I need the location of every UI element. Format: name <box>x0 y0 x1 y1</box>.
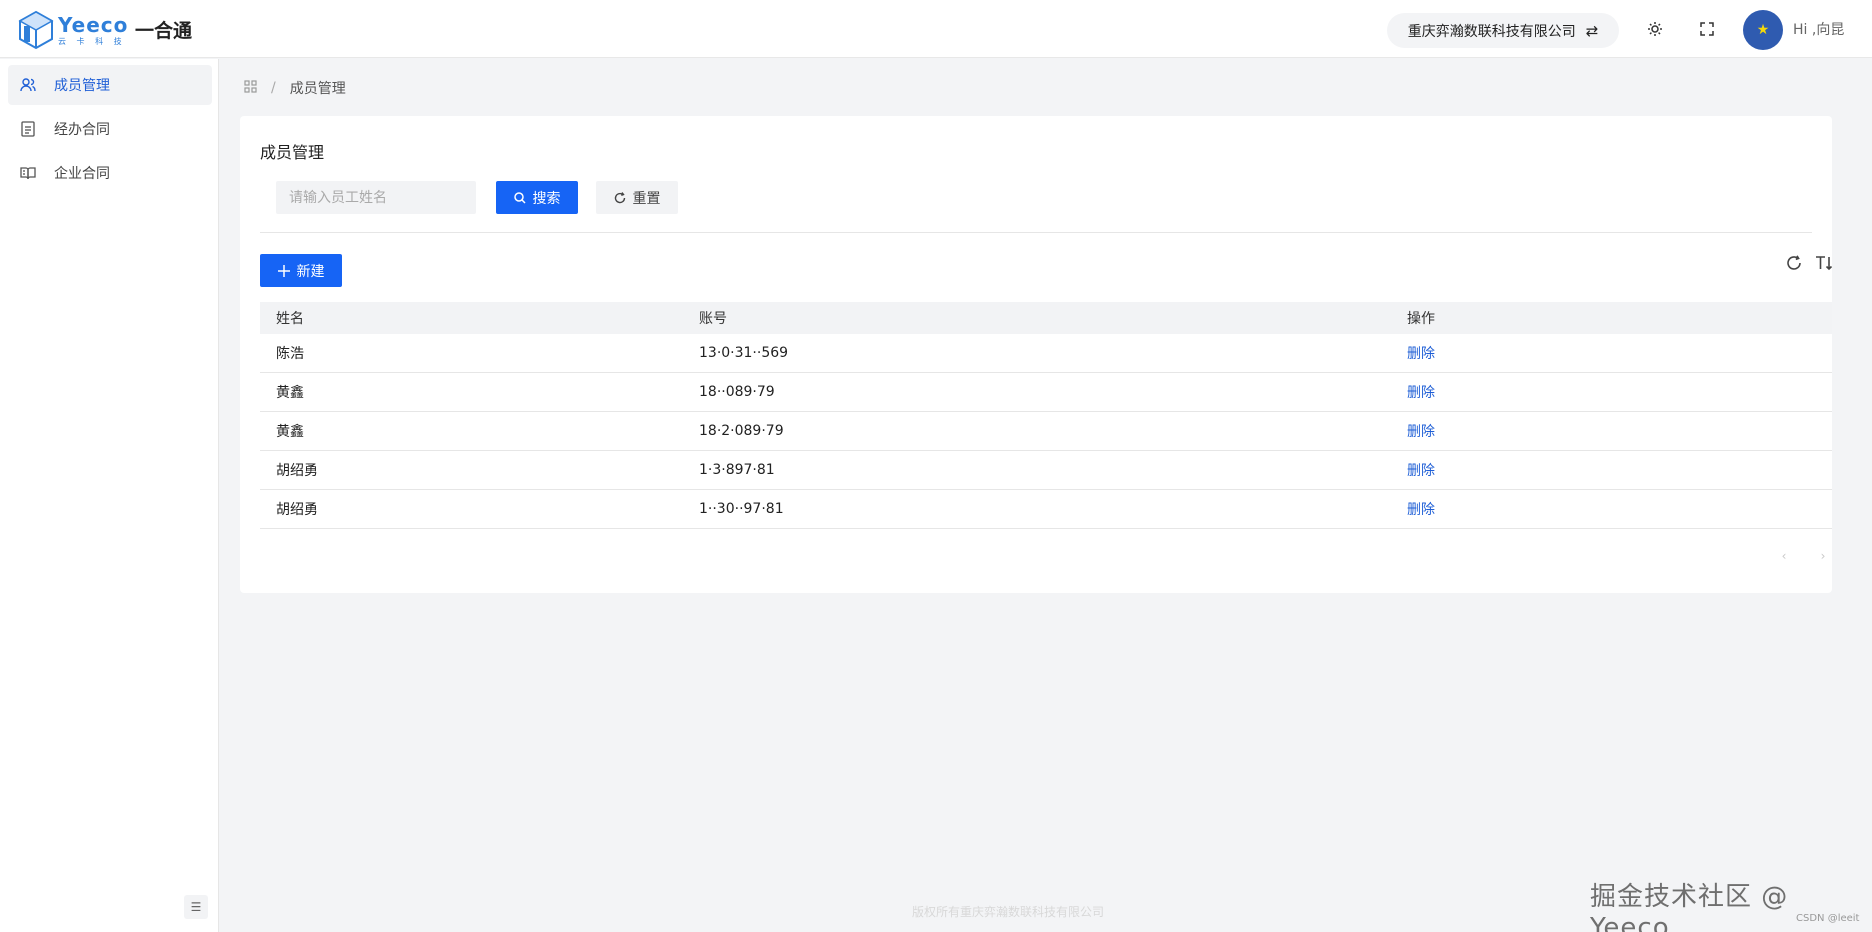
logo-wordmark: Yeeco <box>58 12 129 37</box>
delete-link[interactable]: 删除 <box>1407 451 1435 489</box>
sidebar-item-label: 成员管理 <box>54 78 110 94</box>
member-name: 胡绍勇 <box>276 463 318 479</box>
logo[interactable]: Yeeco 云 卡 科 技 <box>18 10 128 50</box>
member-name: 陈浩 <box>276 346 304 362</box>
grid-icon[interactable] <box>244 79 257 97</box>
table-row: 陈浩 13·0·31··569 删除 <box>260 334 1832 373</box>
book-icon <box>20 165 36 181</box>
fullscreen-icon[interactable] <box>1695 17 1719 41</box>
content-card: 成员管理 搜索 重置 新建 姓名 账号 操作 陈浩 13·0·31··5 <box>240 116 1834 593</box>
top-header: Yeeco 云 卡 科 技 一合通 重庆弈瀚数联科技有限公司 ⇄ ★ Hi ,向… <box>0 0 1872 58</box>
members-table: 姓名 账号 操作 陈浩 13·0·31··569 删除 黄鑫 18··089·7… <box>260 302 1832 529</box>
swap-icon: ⇄ <box>1585 21 1599 40</box>
member-name: 黄鑫 <box>276 385 304 401</box>
next-page-icon[interactable]: › <box>1815 548 1831 564</box>
refresh-table-icon[interactable] <box>1784 253 1804 273</box>
reset-button[interactable]: 重置 <box>596 181 678 214</box>
delete-link[interactable]: 删除 <box>1407 373 1435 411</box>
column-density-icon[interactable] <box>1814 253 1834 273</box>
page-title: 成员管理 <box>260 143 325 162</box>
logo-subtitle: 云 卡 科 技 <box>58 36 126 46</box>
company-name: 重庆弈瀚数联科技有限公司 <box>1407 23 1576 40</box>
sidebar-item-label: 企业合同 <box>54 166 110 182</box>
watermark-small: CSDN @leeit <box>1796 913 1860 924</box>
delete-link[interactable]: 删除 <box>1407 412 1435 450</box>
theme-toggle-icon[interactable] <box>1643 17 1667 41</box>
prev-page-icon[interactable]: ‹ <box>1776 548 1792 564</box>
member-name: 黄鑫 <box>276 424 304 440</box>
company-switcher[interactable]: 重庆弈瀚数联科技有限公司 ⇄ <box>1387 13 1619 48</box>
users-icon <box>20 77 36 93</box>
logo-cube-icon <box>18 10 54 50</box>
new-button-label: 新建 <box>296 263 325 280</box>
new-button[interactable]: 新建 <box>260 254 342 287</box>
sidebar-item-enterprise-contracts[interactable]: 企业合同 <box>8 153 212 193</box>
column-header-action: 操作 <box>1407 311 1435 327</box>
collapse-sidebar-icon[interactable]: ☰ <box>184 895 208 919</box>
sidebar-item-label: 经办合同 <box>54 122 110 138</box>
table-row: 胡绍勇 1··30··97·81 删除 <box>260 490 1832 529</box>
column-header-account: 账号 <box>699 311 727 327</box>
document-icon <box>20 121 36 137</box>
member-account: 1··30··97·81 <box>699 501 784 517</box>
breadcrumb: / 成员管理 <box>244 78 346 98</box>
breadcrumb-current: 成员管理 <box>289 81 346 97</box>
refresh-icon <box>614 191 626 204</box>
search-input[interactable] <box>276 181 476 214</box>
member-account: 1·3·897·81 <box>699 462 775 478</box>
plus-icon <box>277 264 290 277</box>
table-header: 姓名 账号 操作 <box>260 302 1832 334</box>
column-header-name: 姓名 <box>276 311 304 327</box>
divider <box>260 232 1812 233</box>
search-icon <box>513 191 526 204</box>
sidebar-item-handled-contracts[interactable]: 经办合同 <box>8 109 212 149</box>
member-account: 13·0·31··569 <box>699 345 789 361</box>
sidebar: 成员管理 经办合同 企业合同 ☰ <box>0 59 219 932</box>
reset-button-label: 重置 <box>632 190 661 207</box>
member-account: 18··089·79 <box>699 384 775 400</box>
delete-link[interactable]: 删除 <box>1407 490 1435 528</box>
delete-link[interactable]: 删除 <box>1407 334 1435 372</box>
search-button[interactable]: 搜索 <box>496 181 578 214</box>
footer-copyright: 版权所有重庆弈瀚数联科技有限公司 <box>912 905 1105 919</box>
member-name: 胡绍勇 <box>276 502 318 518</box>
table-row: 黄鑫 18··089·79 删除 <box>260 373 1832 412</box>
member-account: 18·2·089·79 <box>699 423 784 439</box>
breadcrumb-separator: / <box>271 80 276 96</box>
table-row: 胡绍勇 1·3·897·81 删除 <box>260 451 1832 490</box>
search-button-label: 搜索 <box>532 190 561 207</box>
sidebar-item-members[interactable]: 成员管理 <box>8 65 212 105</box>
user-greeting[interactable]: Hi ,向昆 <box>1793 19 1844 39</box>
star-icon: ★ <box>1756 22 1770 38</box>
app-name: 一合通 <box>135 20 193 42</box>
table-row: 黄鑫 18·2·089·79 删除 <box>260 412 1832 451</box>
avatar[interactable]: ★ <box>1743 10 1783 50</box>
